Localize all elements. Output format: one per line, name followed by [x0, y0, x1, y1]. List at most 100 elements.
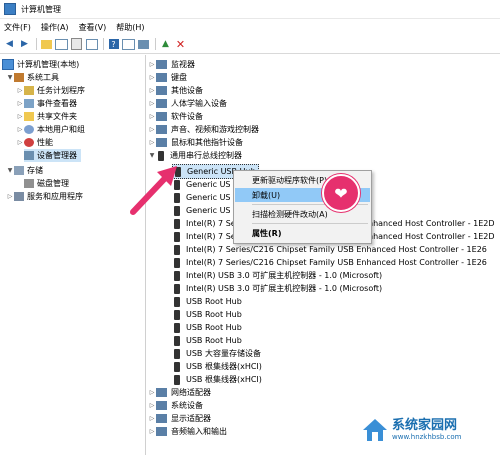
chevron-right-icon[interactable]: ▷ — [16, 87, 24, 94]
usb-icon — [174, 283, 180, 294]
chevron-right-icon[interactable]: ▷ — [16, 126, 24, 133]
device-item-label: Generic US — [186, 180, 231, 189]
chevron-right-icon[interactable]: ▷ — [148, 61, 156, 68]
device-item[interactable]: Intel(R) 7 Series/C216 Chipset Family US… — [172, 256, 487, 269]
chevron-right-icon[interactable]: ▷ — [148, 74, 156, 81]
device-item[interactable]: USB Root Hub — [172, 295, 242, 308]
device-category-hid[interactable]: ▷ 人体学输入设备 — [148, 97, 227, 110]
tree-item-system-tools[interactable]: ▼ 系统工具 — [6, 71, 59, 84]
chevron-right-icon[interactable]: ▷ — [148, 428, 156, 435]
tree-item-label: 事件查看器 — [37, 99, 77, 108]
device-category-other[interactable]: ▷ 其他设备 — [148, 84, 203, 97]
tree-item-label: 性能 — [37, 138, 53, 147]
toolbar-divider — [155, 38, 156, 50]
tree-item-computer-management[interactable]: 计算机管理(本地) — [2, 58, 79, 71]
tree-item-local-users-groups[interactable]: ▷ 本地用户和组 — [16, 123, 85, 136]
task-scheduler-icon — [24, 86, 34, 95]
chevron-right-icon[interactable]: ▷ — [16, 113, 24, 120]
chevron-right-icon[interactable]: ▷ — [16, 139, 24, 146]
context-menu-properties[interactable]: 属性(R) — [235, 226, 370, 240]
up-folder-icon[interactable] — [40, 38, 53, 51]
network-adapter-icon — [156, 388, 167, 397]
menu-action[interactable]: 操作(A) — [41, 22, 69, 33]
tree-item-services-applications[interactable]: ▷ 服务和应用程序 — [6, 190, 83, 203]
device-item[interactable]: USB Root Hub — [172, 308, 242, 321]
menu-view[interactable]: 查看(V) — [79, 22, 107, 33]
audio-io-icon — [156, 427, 167, 436]
chevron-down-icon[interactable]: ▼ — [6, 167, 14, 174]
keyboard-icon — [156, 73, 167, 82]
chevron-right-icon[interactable]: ▷ — [148, 415, 156, 422]
display-adapter-icon — [156, 414, 167, 423]
forward-arrow-icon[interactable]: ▶ — [18, 38, 31, 51]
show-hide-tree-icon[interactable] — [55, 38, 68, 51]
device-item[interactable]: Intel(R) 7 Series/C216 Chipset Family US… — [172, 243, 487, 256]
tree-item-shared-folders[interactable]: ▷ 共享文件夹 — [16, 110, 77, 123]
device-category-system[interactable]: ▷ 系统设备 — [148, 399, 203, 412]
device-category-network[interactable]: ▷ 网络适配器 — [148, 386, 211, 399]
toolbar-divider — [103, 38, 104, 50]
scan-hardware-icon[interactable] — [137, 38, 150, 51]
back-arrow-icon[interactable]: ◀ — [3, 38, 16, 51]
usb-icon — [174, 296, 180, 307]
device-item[interactable]: USB 根集线器(xHCI) — [172, 360, 262, 373]
chevron-down-icon[interactable]: ▼ — [6, 74, 14, 81]
chevron-right-icon[interactable]: ▷ — [16, 100, 24, 107]
device-category-label: 人体学输入设备 — [171, 99, 227, 108]
device-category-monitors[interactable]: ▷ 监视器 — [148, 58, 195, 71]
device-category-audio-io[interactable]: ▷ 音频输入和输出 — [148, 425, 227, 438]
device-category-label: 显示适配器 — [171, 414, 211, 423]
chevron-right-icon[interactable]: ▷ — [148, 402, 156, 409]
export-list-icon[interactable] — [85, 38, 98, 51]
device-category-label: 音频输入和输出 — [171, 427, 227, 436]
chevron-right-icon[interactable]: ▷ — [148, 389, 156, 396]
help-icon[interactable]: ? — [107, 38, 120, 51]
usb-icon — [174, 309, 180, 320]
tree-item-device-manager[interactable]: 设备管理器 — [24, 149, 81, 162]
tree-item-label: 系统工具 — [27, 73, 59, 82]
tree-item-disk-management[interactable]: 磁盘管理 — [24, 177, 69, 190]
menu-bar: 文件(F) 操作(A) 查看(V) 帮助(H) — [0, 19, 500, 35]
tree-item-task-scheduler[interactable]: ▷ 任务计划程序 — [16, 84, 85, 97]
tree-item-performance[interactable]: ▷ 性能 — [16, 136, 53, 149]
annotation-arrow-icon — [130, 166, 177, 215]
device-item-label: USB 根集线器(xHCI) — [186, 362, 262, 371]
tree-item-event-viewer[interactable]: ▷ 事件查看器 — [16, 97, 77, 110]
device-category-label: 系统设备 — [171, 401, 203, 410]
device-item-label: USB Root Hub — [186, 297, 242, 306]
device-category-keyboards[interactable]: ▷ 键盘 — [148, 71, 187, 84]
device-item[interactable]: Intel(R) USB 3.0 可扩展主机控制器 - 1.0 (Microso… — [172, 269, 382, 282]
tree-item-label: 服务和应用程序 — [27, 192, 83, 201]
device-item[interactable]: Intel(R) USB 3.0 可扩展主机控制器 - 1.0 (Microso… — [172, 282, 382, 295]
menu-help[interactable]: 帮助(H) — [116, 22, 144, 33]
chevron-right-icon[interactable]: ▷ — [148, 113, 156, 120]
device-category-label: 其他设备 — [171, 86, 203, 95]
device-tree: ▷ 监视器 ▷ 键盘 ▷ 其他设备 ▷ 人体学输入设备 ▷ 软件设备 ▷ 声音、视频和游戏控… — [148, 55, 500, 455]
device-item-label-tail: nhanced Host Controller - 1E2D — [368, 219, 495, 228]
chevron-right-icon[interactable]: ▷ — [148, 87, 156, 94]
device-item-label: Intel(R) 7 Series/C216 Chipset Family US… — [186, 245, 487, 254]
device-category-software[interactable]: ▷ 软件设备 — [148, 110, 203, 123]
device-item[interactable]: USB Root Hub — [172, 321, 242, 334]
device-category-mice[interactable]: ▷ 鼠标和其他指针设备 — [148, 136, 243, 149]
chevron-right-icon[interactable]: ▷ — [6, 193, 14, 200]
device-item[interactable]: Intel(R) 7 Se — [172, 230, 236, 243]
tree-item-label: 任务计划程序 — [37, 86, 85, 95]
device-item[interactable]: USB Root Hub — [172, 334, 242, 347]
action-pane-icon[interactable] — [122, 38, 135, 51]
chevron-right-icon[interactable]: ▷ — [148, 126, 156, 133]
properties-icon[interactable] — [70, 38, 83, 51]
tree-item-storage[interactable]: ▼ 存储 — [6, 164, 43, 177]
chevron-down-icon[interactable]: ▼ — [148, 152, 156, 159]
update-driver-icon[interactable]: ▲ — [159, 38, 172, 51]
chevron-right-icon[interactable]: ▷ — [148, 139, 156, 146]
device-item[interactable]: USB 根集线器(xHCI) — [172, 373, 262, 386]
device-category-display[interactable]: ▷ 显示适配器 — [148, 412, 211, 425]
uninstall-x-icon[interactable]: ✕ — [174, 38, 187, 51]
usb-icon — [174, 348, 180, 359]
chevron-right-icon[interactable]: ▷ — [148, 100, 156, 107]
device-item[interactable]: USB 大容量存储设备 — [172, 347, 261, 360]
device-category-label: 软件设备 — [171, 112, 203, 121]
menu-file[interactable]: 文件(F) — [4, 22, 31, 33]
device-category-sound[interactable]: ▷ 声音、视频和游戏控制器 — [148, 123, 259, 136]
